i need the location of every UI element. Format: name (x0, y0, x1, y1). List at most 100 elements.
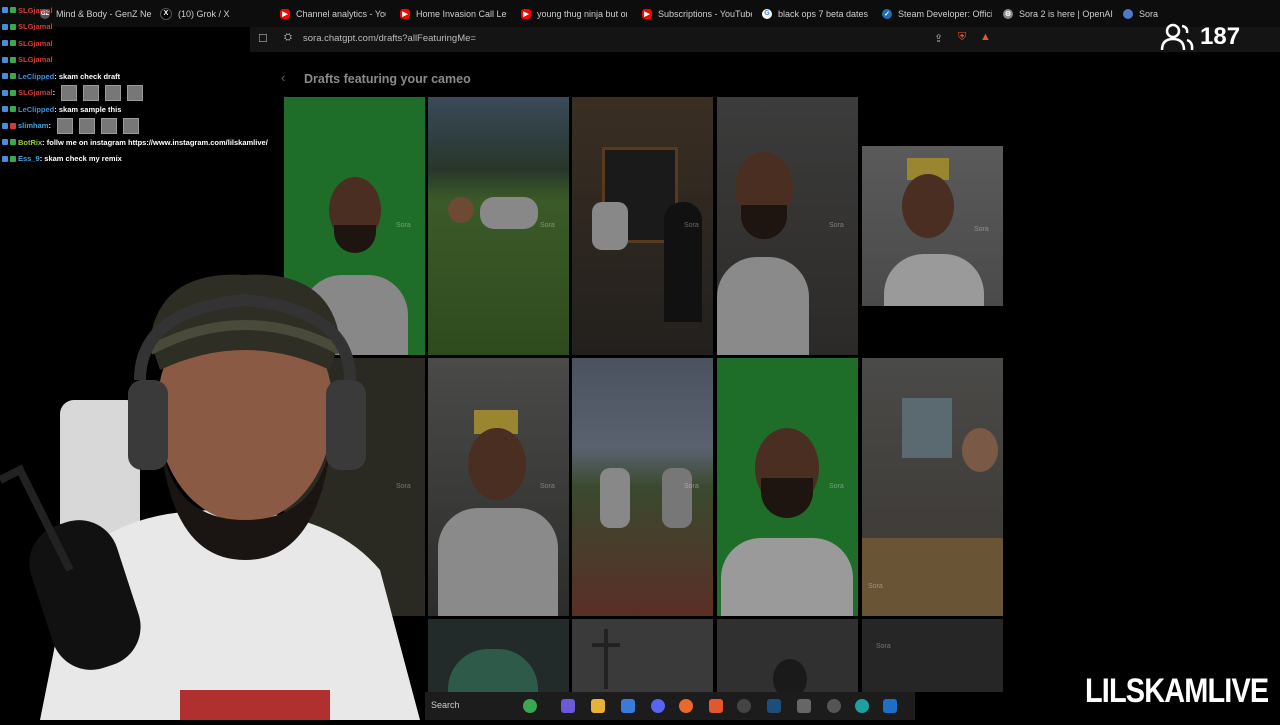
heart-badge (10, 122, 16, 129)
sora-watermark: Sora (684, 483, 699, 490)
chat-username[interactable]: SLGjamal (18, 88, 53, 97)
sub-badge (10, 106, 16, 113)
brave-icon[interactable] (709, 699, 723, 713)
draft-tile[interactable]: Sora (862, 619, 1003, 692)
person-shirt (600, 468, 630, 528)
chat-username[interactable]: LeClipped (18, 72, 54, 81)
openai-icon: ⚙ (1003, 8, 1013, 19)
4k-icon[interactable] (827, 699, 841, 713)
xbox-icon[interactable] (523, 699, 537, 713)
chat-text: : skam check draft (54, 71, 121, 81)
address-bar: ☐ ⛭ sora.chatgpt.com/drafts?allFeaturing… (250, 27, 1280, 52)
firefox-icon[interactable] (679, 699, 693, 713)
person-head (773, 659, 807, 692)
chat-message: SLGjamal (2, 19, 292, 36)
youtube-icon: ▶ (400, 8, 410, 19)
person-shirt (717, 257, 809, 355)
chat-username[interactable]: SLGjamal (18, 55, 53, 64)
steam-icon[interactable] (767, 699, 781, 713)
app-icon[interactable] (797, 699, 811, 713)
emote-icon (127, 84, 144, 101)
emote-icon (61, 84, 78, 101)
streamer-brand: LILSKAMLIVE (1085, 672, 1269, 710)
copilot-icon[interactable] (561, 699, 575, 713)
sora-icon (1123, 8, 1133, 19)
brave-shield-icon[interactable]: ⛨ (958, 31, 966, 44)
mod-badge (2, 40, 8, 47)
sub-badge (10, 56, 16, 63)
chat-username[interactable]: SLGjamal (18, 39, 53, 48)
draft-tile[interactable] (717, 619, 858, 692)
taskbar-search[interactable]: Search (431, 700, 460, 710)
draft-tile[interactable]: Sora (717, 358, 858, 616)
cap (448, 649, 538, 692)
emote-icon (78, 117, 95, 134)
google-icon: G (762, 8, 772, 19)
headset-right-cup (326, 380, 366, 470)
youtube-icon: ▶ (521, 8, 531, 19)
emote-icon (83, 84, 100, 101)
draft-tile[interactable]: Sora (572, 358, 713, 616)
draft-tile[interactable]: Sora (428, 358, 569, 616)
mod-badge (2, 89, 8, 96)
hooded-figure (664, 202, 702, 322)
sora-watermark: Sora (876, 643, 891, 650)
stream-chat: SLGjamal SLGjamal SLGjamal SLGjamal LeCl… (2, 2, 292, 167)
sora-watermark: Sora (540, 222, 555, 229)
emote-icon (56, 117, 73, 134)
draft-tile[interactable]: Sora (862, 358, 1003, 616)
sora-watermark: Sora (540, 483, 555, 490)
tab-7[interactable]: ✓ Steam Developer: Officia (882, 0, 992, 27)
tab-3[interactable]: ▶Home Invasion Call Lead (400, 0, 506, 27)
tab-8[interactable]: ⚙ Sora 2 is here | OpenAI (1003, 0, 1113, 27)
draft-tile[interactable]: Sora (717, 97, 858, 355)
person-beard (741, 205, 787, 239)
discord-icon[interactable] (651, 699, 665, 713)
chat-username[interactable]: Ess_9 (18, 154, 40, 163)
chat-username[interactable]: BotRix (18, 138, 42, 147)
tab-9[interactable]: Sora (1123, 0, 1163, 27)
chat-username[interactable]: SLGjamal (18, 22, 53, 31)
chat-username[interactable]: slimham (18, 121, 48, 130)
share-icon[interactable]: ⇪ (934, 32, 943, 45)
draft-tile[interactable]: Sora (572, 97, 713, 355)
draft-tile[interactable]: Sora (428, 97, 569, 355)
chat-text: : (48, 121, 51, 131)
sub-badge (10, 155, 16, 162)
tab-5[interactable]: ▶ Subscriptions - YouTube (642, 0, 752, 27)
chat-username[interactable]: LeClipped (18, 105, 54, 114)
obs-icon[interactable] (737, 699, 751, 713)
person-head (468, 428, 526, 500)
person-shirt (721, 538, 853, 616)
person-shirt (480, 197, 538, 229)
person-shirt (884, 254, 984, 306)
sub-badge (10, 23, 16, 30)
sub-badge (10, 139, 16, 146)
mod-badge (2, 23, 8, 30)
store-icon[interactable] (621, 699, 635, 713)
edge-icon[interactable] (855, 699, 869, 713)
brave-rewards-icon[interactable]: ▲ (980, 31, 991, 43)
file-explorer-icon[interactable] (591, 699, 605, 713)
emote-icon (105, 84, 122, 101)
cross (604, 629, 608, 689)
chat-message: Ess_9: skam check my remix (2, 151, 292, 168)
mod-badge (2, 106, 8, 113)
draft-tile[interactable]: Sora (862, 146, 1003, 306)
chat-message: SLGjamal (2, 2, 292, 19)
chat-text: : (52, 88, 56, 98)
taskbar: Search (425, 692, 915, 720)
outlook-icon[interactable] (883, 699, 897, 713)
draft-tile[interactable] (572, 619, 713, 692)
chat-username[interactable]: SLGjamal (18, 6, 53, 15)
person-shirt (662, 468, 692, 528)
tab-4[interactable]: ▶ young thug ninja but on (521, 0, 627, 27)
tab-2[interactable]: ▶ Channel analytics - YouT (280, 0, 386, 27)
draft-tile[interactable] (428, 619, 569, 692)
viewer-count: 187 (1160, 22, 1240, 52)
tab-6[interactable]: Gblack ops 7 beta dates (762, 0, 870, 27)
mod-badge (2, 155, 8, 162)
sub-badge (10, 73, 16, 80)
url-field[interactable]: sora.chatgpt.com/drafts?allFeaturingMe= (303, 33, 476, 44)
emote-icon (122, 117, 139, 134)
